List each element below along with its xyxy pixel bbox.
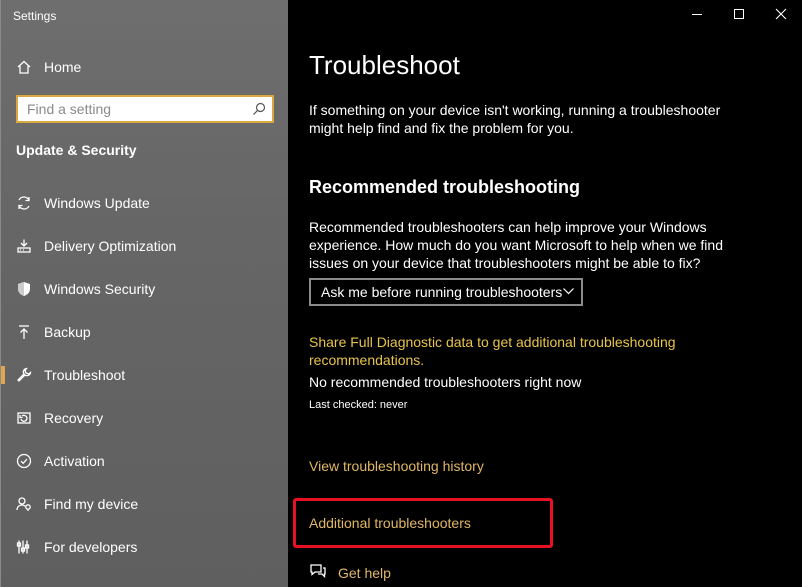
sidebar-item-label: Windows Update (44, 194, 150, 211)
recommended-heading: Recommended troubleshooting (309, 177, 581, 197)
share-diagnostic-link[interactable]: Share Full Diagnostic data to get additi… (309, 333, 729, 369)
close-button[interactable] (760, 0, 802, 32)
checkmark-circle-icon (16, 453, 32, 469)
dropdown-value: Ask me before running troubleshooters (321, 284, 563, 300)
get-help-label: Get help (338, 564, 391, 581)
window-controls (676, 0, 802, 32)
chevron-down-icon (562, 284, 575, 300)
sidebar-item-label: For developers (44, 538, 138, 555)
main-panel: Troubleshoot If something on your device… (288, 0, 802, 587)
last-checked-text: Last checked: never (309, 399, 408, 411)
search-input[interactable] (18, 97, 246, 121)
sidebar-item-backup[interactable]: Backup (1, 310, 289, 353)
developer-icon (16, 539, 32, 555)
delivery-icon (16, 238, 32, 254)
recommendation-status: No recommended troubleshooters right now (309, 374, 582, 390)
sidebar-item-troubleshoot[interactable]: Troubleshoot (1, 353, 289, 396)
sidebar-item-label: Backup (44, 323, 91, 340)
sidebar-item-recovery[interactable]: Recovery (1, 396, 289, 439)
minimize-button[interactable] (676, 0, 718, 32)
sidebar-nav: Windows Update Delivery Optimization Win… (1, 181, 289, 568)
sidebar-item-label: Find my device (44, 495, 139, 512)
search-box (16, 95, 274, 123)
sidebar-item-label: Recovery (44, 409, 104, 426)
sidebar-item-label: Troubleshoot (44, 366, 126, 383)
sidebar-item-label: Home (44, 59, 82, 75)
recommended-description: Recommended troubleshooters can help imp… (309, 219, 723, 271)
sidebar-item-home[interactable]: Home (16, 56, 81, 78)
view-history-link[interactable]: View troubleshooting history (309, 458, 484, 474)
backup-icon (16, 324, 32, 340)
sidebar-item-label: Delivery Optimization (44, 237, 177, 254)
chat-help-icon (309, 562, 338, 583)
section-title: Update & Security (16, 142, 137, 158)
sidebar-item-windows-security[interactable]: Windows Security (1, 267, 289, 310)
minimize-icon (691, 7, 703, 25)
page-title: Troubleshoot (309, 50, 460, 80)
search-icon[interactable] (246, 102, 272, 116)
app-title: Settings (13, 9, 57, 23)
intro-text: If something on your device isn't workin… (309, 102, 721, 136)
refresh-icon (16, 195, 32, 211)
recovery-icon (16, 410, 32, 426)
shield-icon (16, 281, 32, 297)
sidebar-item-label: Windows Security (44, 280, 156, 297)
troubleshooter-preference-dropdown[interactable]: Ask me before running troubleshooters (309, 278, 583, 306)
home-icon (16, 59, 32, 75)
sidebar-item-activation[interactable]: Activation (1, 439, 289, 482)
person-pin-icon (16, 496, 32, 512)
sidebar-item-find-my-device[interactable]: Find my device (1, 482, 289, 525)
sidebar: Settings Home Update & Security Windows … (0, 0, 288, 587)
maximize-icon (733, 7, 745, 25)
sidebar-item-label: Activation (44, 452, 105, 469)
get-help-link[interactable]: Get help (309, 562, 391, 583)
maximize-button[interactable] (718, 0, 760, 32)
wrench-icon (16, 367, 32, 383)
sidebar-item-windows-update[interactable]: Windows Update (1, 181, 289, 224)
sidebar-item-delivery-optimization[interactable]: Delivery Optimization (1, 224, 289, 267)
close-icon (775, 7, 787, 25)
additional-troubleshooters-link[interactable]: Additional troubleshooters (309, 515, 471, 531)
sidebar-item-for-developers[interactable]: For developers (1, 525, 289, 568)
